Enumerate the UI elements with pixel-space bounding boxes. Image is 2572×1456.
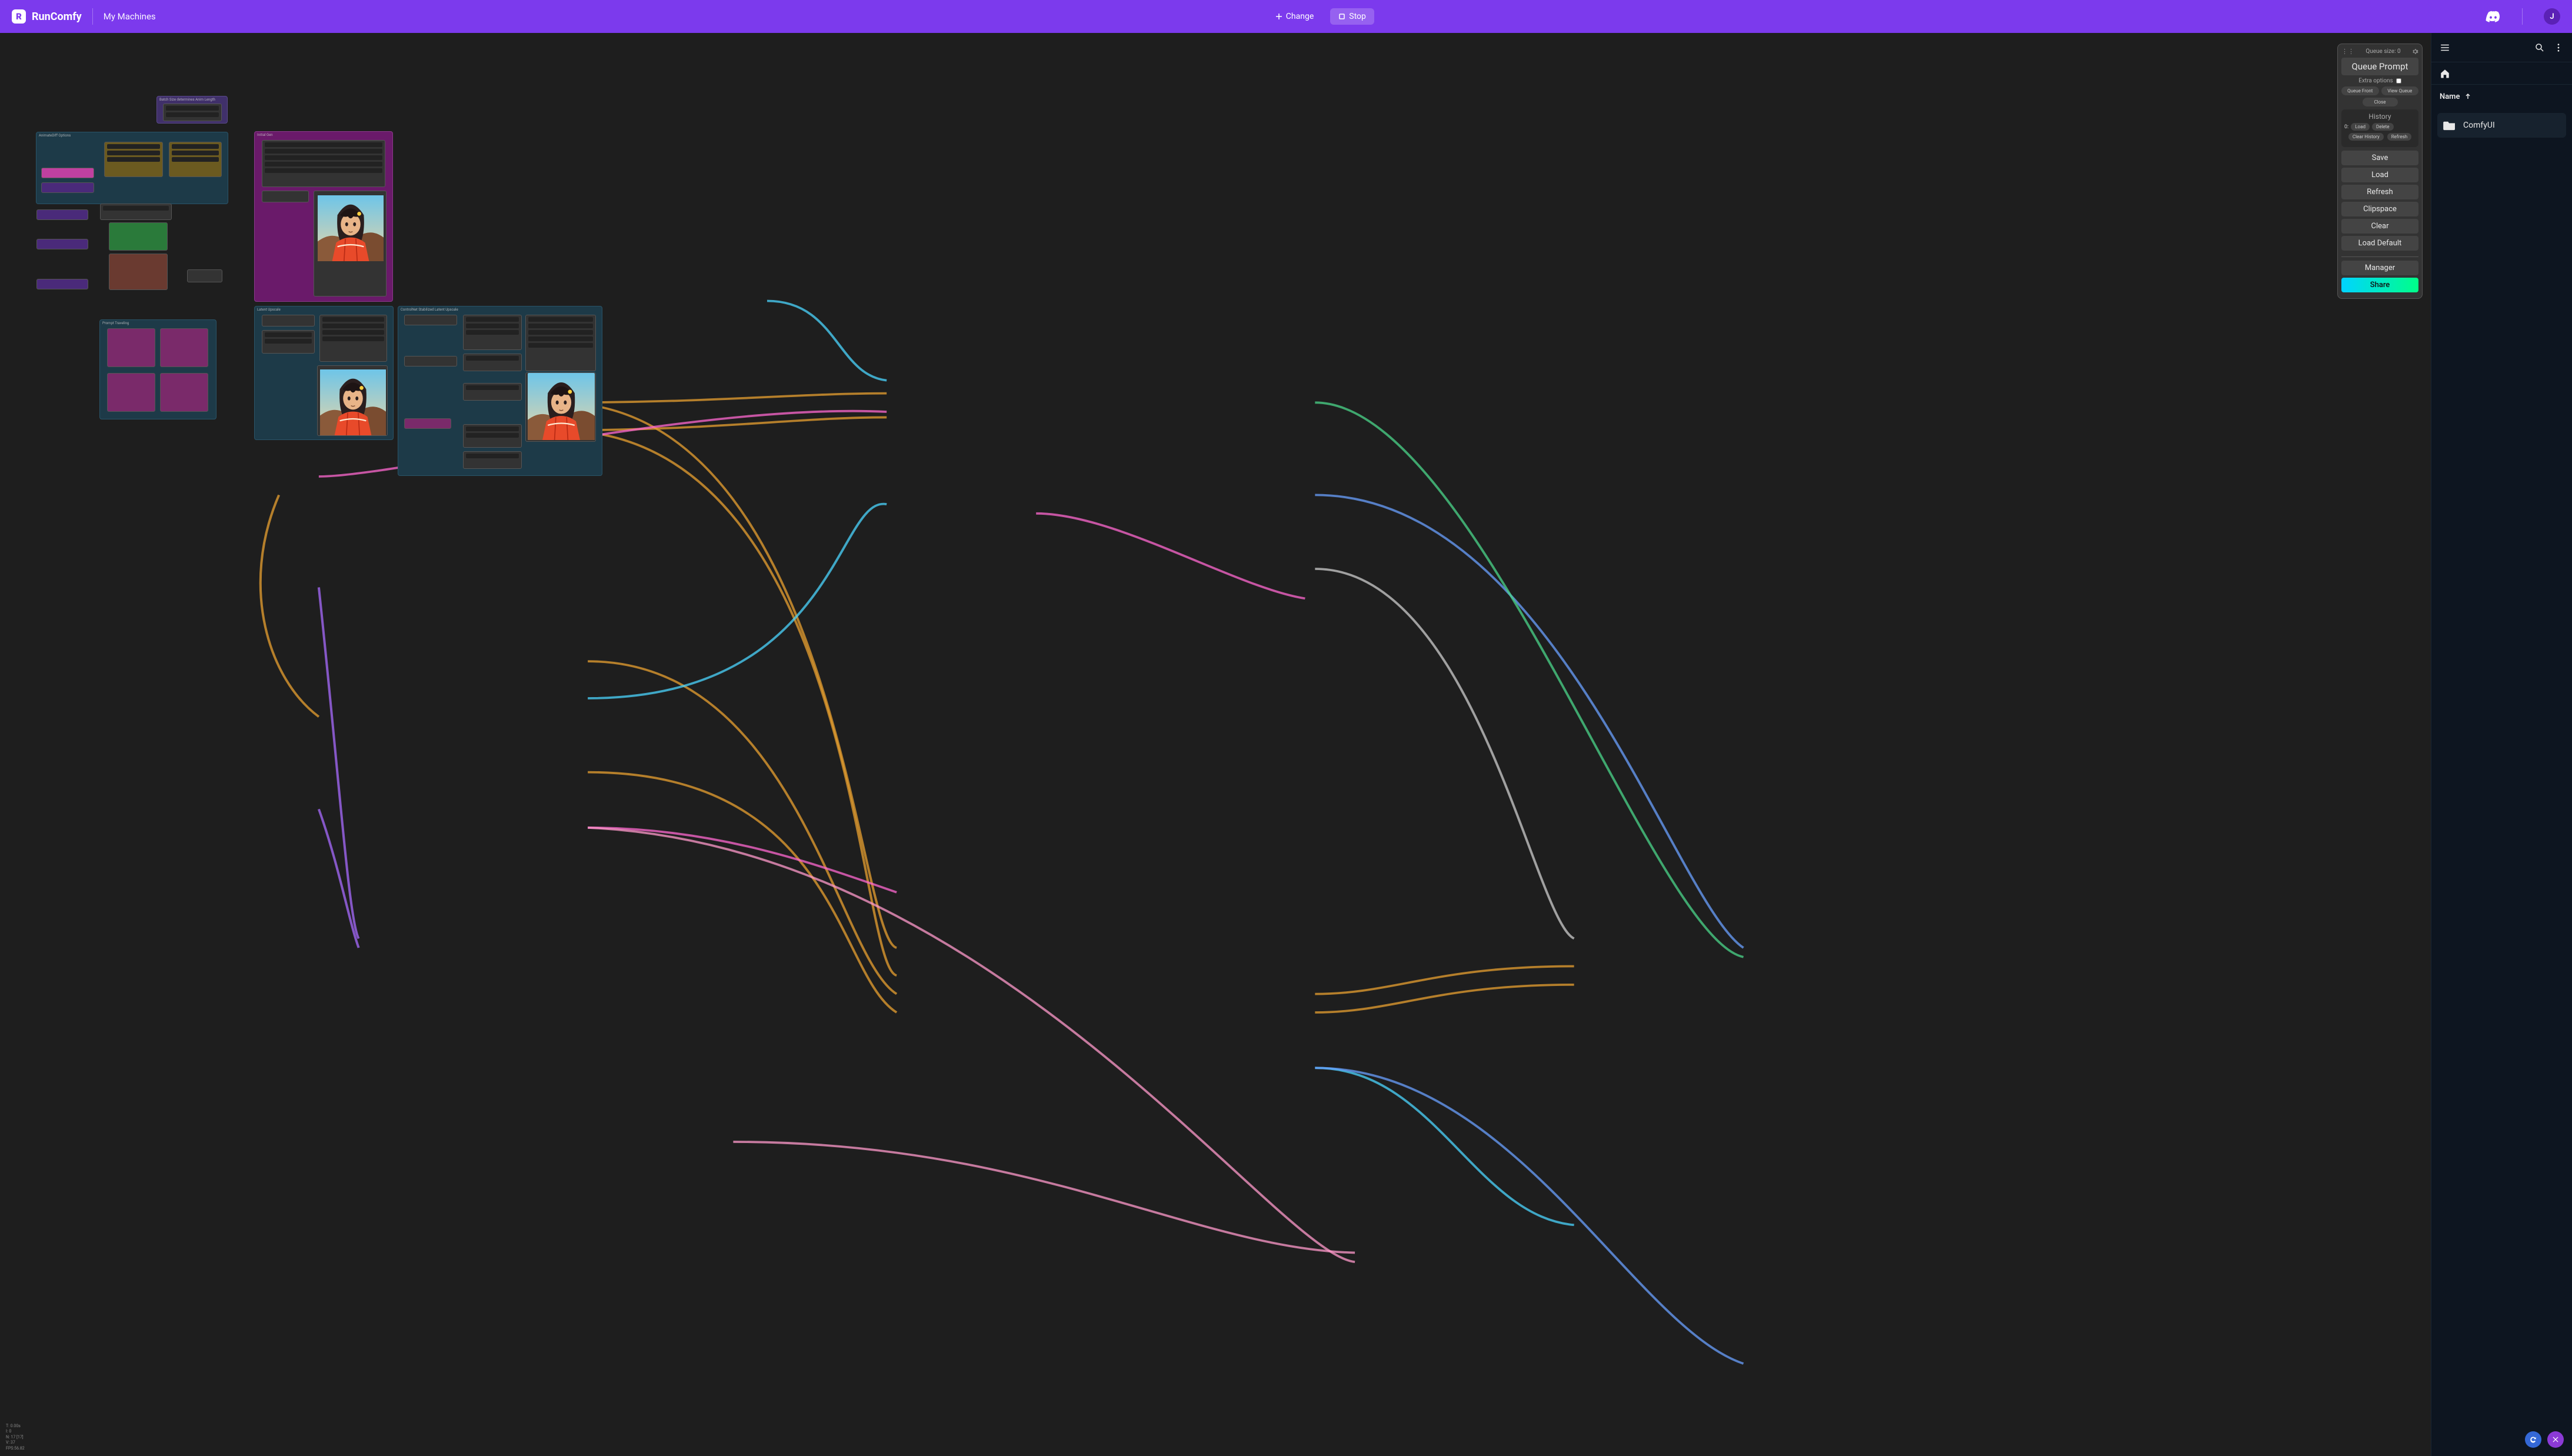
node-preview[interactable] bbox=[314, 191, 387, 296]
node[interactable] bbox=[262, 191, 309, 202]
node[interactable] bbox=[463, 354, 522, 371]
plus-icon bbox=[1275, 13, 1282, 20]
group-batch-size[interactable]: Batch Size determines Anim Length bbox=[156, 96, 228, 124]
node[interactable] bbox=[107, 373, 155, 412]
node[interactable] bbox=[404, 356, 457, 367]
canvas-stats: T: 0.00s I: 0 N: 17 [17] V: 37 FPS:56.82 bbox=[6, 1424, 25, 1451]
stop-icon bbox=[1338, 13, 1345, 20]
node[interactable] bbox=[262, 330, 315, 354]
group-controlnet-upscale[interactable]: ControlNet Stabilized Latent Upscale bbox=[398, 306, 602, 476]
clear-button[interactable]: Clear bbox=[2341, 219, 2418, 234]
node[interactable] bbox=[463, 424, 522, 448]
avatar[interactable]: J bbox=[2544, 8, 2560, 25]
close-icon bbox=[2551, 1435, 2560, 1444]
nav-my-machines[interactable]: My Machines bbox=[104, 11, 156, 22]
node[interactable] bbox=[404, 418, 451, 429]
load-button[interactable]: Load bbox=[2341, 168, 2418, 182]
node-canvas[interactable]: Batch Size determines Anim Length Animat… bbox=[0, 33, 2431, 1456]
history-load-button[interactable]: Load bbox=[2351, 123, 2370, 131]
refresh-button[interactable]: Refresh bbox=[2341, 185, 2418, 199]
history-index: 0: bbox=[2344, 124, 2348, 130]
node[interactable] bbox=[104, 142, 163, 177]
menu-icon[interactable] bbox=[2440, 42, 2450, 53]
node[interactable] bbox=[463, 451, 522, 469]
manager-button[interactable]: Manager bbox=[2341, 261, 2418, 275]
sort-asc-icon bbox=[2464, 93, 2471, 100]
history-title: History bbox=[2344, 112, 2416, 121]
refresh-history-button[interactable]: Refresh bbox=[2387, 133, 2411, 141]
drag-handle-icon[interactable]: ⋮⋮ bbox=[2341, 48, 2354, 55]
node-preview[interactable] bbox=[525, 372, 596, 442]
folder-label: ComfyUI bbox=[2463, 121, 2495, 130]
top-bar: R RunComfy My Machines Change Stop J bbox=[0, 0, 2572, 33]
node[interactable] bbox=[525, 315, 596, 371]
queue-size-label: Queue size: 0 bbox=[2366, 48, 2400, 55]
node[interactable] bbox=[160, 373, 208, 412]
home-icon[interactable] bbox=[2440, 68, 2450, 79]
node[interactable] bbox=[109, 254, 168, 290]
save-button[interactable]: Save bbox=[2341, 151, 2418, 165]
node[interactable] bbox=[36, 239, 88, 249]
file-panel: Name ComfyUI bbox=[2431, 33, 2572, 1456]
brand-text: RunComfy bbox=[32, 11, 82, 23]
group-latent-upscale[interactable]: Latent Upscale bbox=[254, 306, 394, 440]
queue-prompt-button[interactable]: Queue Prompt bbox=[2341, 58, 2418, 75]
node[interactable] bbox=[100, 204, 172, 220]
top-right-actions: J bbox=[2486, 8, 2560, 25]
queue-front-button[interactable]: Queue Front bbox=[2341, 86, 2379, 95]
node[interactable] bbox=[41, 182, 94, 193]
divider bbox=[2522, 8, 2523, 25]
node[interactable] bbox=[187, 269, 222, 282]
extra-options-label: Extra options bbox=[2358, 78, 2393, 84]
fab-close[interactable] bbox=[2547, 1431, 2564, 1448]
node[interactable] bbox=[262, 140, 385, 187]
brand-logo[interactable]: R RunComfy bbox=[12, 9, 82, 24]
load-default-button[interactable]: Load Default bbox=[2341, 236, 2418, 251]
fab-row bbox=[2525, 1431, 2564, 1448]
node[interactable] bbox=[319, 315, 387, 362]
node[interactable] bbox=[109, 222, 168, 251]
refresh-icon bbox=[2529, 1435, 2537, 1444]
top-center-actions: Change Stop bbox=[156, 8, 2486, 25]
history-panel: History 0: Load Delete Clear History Ref… bbox=[2341, 109, 2418, 147]
fab-refresh[interactable] bbox=[2525, 1431, 2541, 1448]
node[interactable] bbox=[107, 328, 155, 367]
clipspace-button[interactable]: Clipspace bbox=[2341, 202, 2418, 216]
group-animatediff-options[interactable]: AnimateDiff Options bbox=[36, 132, 228, 204]
extra-options-checkbox[interactable] bbox=[2396, 78, 2401, 84]
node[interactable] bbox=[160, 328, 208, 367]
group-initial-gen[interactable]: Initial Gen bbox=[254, 131, 393, 302]
node[interactable] bbox=[463, 383, 522, 401]
logo-badge: R bbox=[12, 9, 26, 24]
node-preview[interactable] bbox=[317, 365, 388, 436]
history-delete-button[interactable]: Delete bbox=[2372, 123, 2394, 131]
node[interactable] bbox=[163, 104, 222, 121]
avatar-letter: J bbox=[2550, 12, 2554, 21]
folder-icon bbox=[2443, 120, 2456, 131]
group-prompt-traveling[interactable]: Prompt Traveling bbox=[99, 319, 216, 419]
share-button[interactable]: Share bbox=[2341, 278, 2418, 292]
divider bbox=[92, 8, 93, 25]
discord-icon[interactable] bbox=[2486, 11, 2501, 22]
view-queue-button[interactable]: View Queue bbox=[2381, 86, 2419, 95]
folder-item-comfyui[interactable]: ComfyUI bbox=[2437, 113, 2566, 138]
search-icon[interactable] bbox=[2534, 42, 2545, 53]
node[interactable] bbox=[169, 142, 222, 177]
stop-label: Stop bbox=[1349, 12, 1366, 21]
node[interactable] bbox=[262, 315, 315, 326]
node[interactable] bbox=[36, 209, 88, 220]
change-button[interactable]: Change bbox=[1267, 8, 1322, 25]
more-icon[interactable] bbox=[2553, 42, 2564, 53]
node[interactable] bbox=[404, 315, 457, 325]
control-panel[interactable]: ⋮⋮ Queue size: 0 Queue Prompt Extra opti… bbox=[2337, 44, 2423, 299]
clear-history-button[interactable]: Clear History bbox=[2348, 133, 2384, 141]
node[interactable] bbox=[36, 279, 88, 289]
gear-icon[interactable] bbox=[2412, 48, 2418, 55]
node[interactable] bbox=[41, 168, 94, 178]
close-button[interactable]: Close bbox=[2363, 98, 2398, 106]
change-label: Change bbox=[1286, 12, 1314, 21]
stop-button[interactable]: Stop bbox=[1330, 8, 1374, 25]
name-column-header[interactable]: Name bbox=[2431, 85, 2572, 108]
node[interactable] bbox=[463, 315, 522, 350]
